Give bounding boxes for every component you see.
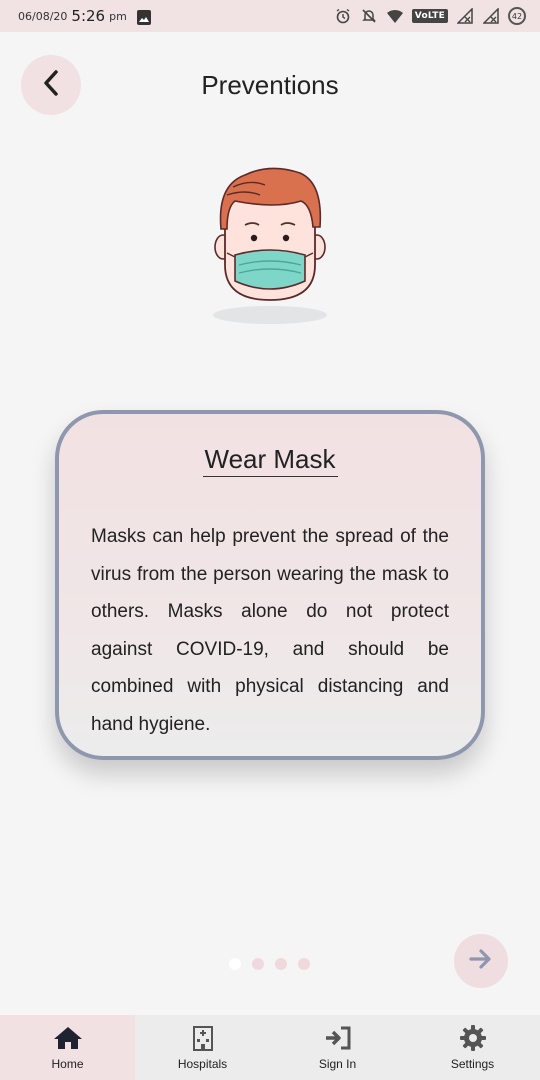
card-title-text: Wear Mask: [202, 444, 338, 477]
gallery-icon: [136, 9, 151, 25]
person-wearing-mask-illustration: [205, 165, 335, 330]
signal-icon: [482, 7, 500, 25]
home-icon: [53, 1025, 83, 1051]
nav-item-settings[interactable]: Settings: [405, 1015, 540, 1080]
volte-badge: VoLTE: [411, 9, 448, 23]
nav-item-sign-in[interactable]: Sign In: [270, 1015, 405, 1080]
nav-label-home: Home: [51, 1056, 84, 1071]
prevention-card: Wear Mask Masks can help prevent the spr…: [55, 410, 485, 760]
wifi-icon: [386, 7, 404, 25]
hospital-icon: [188, 1025, 218, 1051]
nav-label-hospitals: Hospitals: [177, 1056, 228, 1071]
mute-icon: [360, 7, 378, 25]
status-bar: 06/08/20 5:26 pm VoLTE 42: [0, 0, 540, 32]
signal-icon: [456, 7, 474, 25]
nav-item-home[interactable]: Home: [0, 1015, 135, 1080]
alarm-icon: [334, 7, 352, 25]
sign-in-icon: [323, 1025, 353, 1051]
battery-icon: 42: [508, 7, 526, 25]
next-button[interactable]: [454, 934, 508, 988]
page-dot[interactable]: [252, 958, 264, 970]
page-dot-active[interactable]: [229, 958, 241, 970]
status-date: 06/08/20: [18, 9, 68, 23]
arrow-right-icon: [469, 948, 493, 974]
nav-label-settings: Settings: [450, 1056, 495, 1071]
page-dot[interactable]: [298, 958, 310, 970]
nav-label-sign-in: Sign In: [318, 1056, 357, 1071]
page-title: Preventions: [201, 70, 339, 100]
page-dot[interactable]: [275, 958, 287, 970]
card-body: Masks can help prevent the spread of the…: [91, 526, 449, 735]
status-time: 5:26: [71, 7, 106, 25]
page-indicator: [229, 958, 310, 970]
nav-item-hospitals[interactable]: Hospitals: [135, 1015, 270, 1080]
gear-icon: [458, 1024, 488, 1051]
status-ampm: pm: [109, 9, 127, 23]
card-title: Wear Mask: [59, 444, 481, 477]
bottom-navigation: Home Hospitals Sign In Settings: [0, 1015, 540, 1080]
